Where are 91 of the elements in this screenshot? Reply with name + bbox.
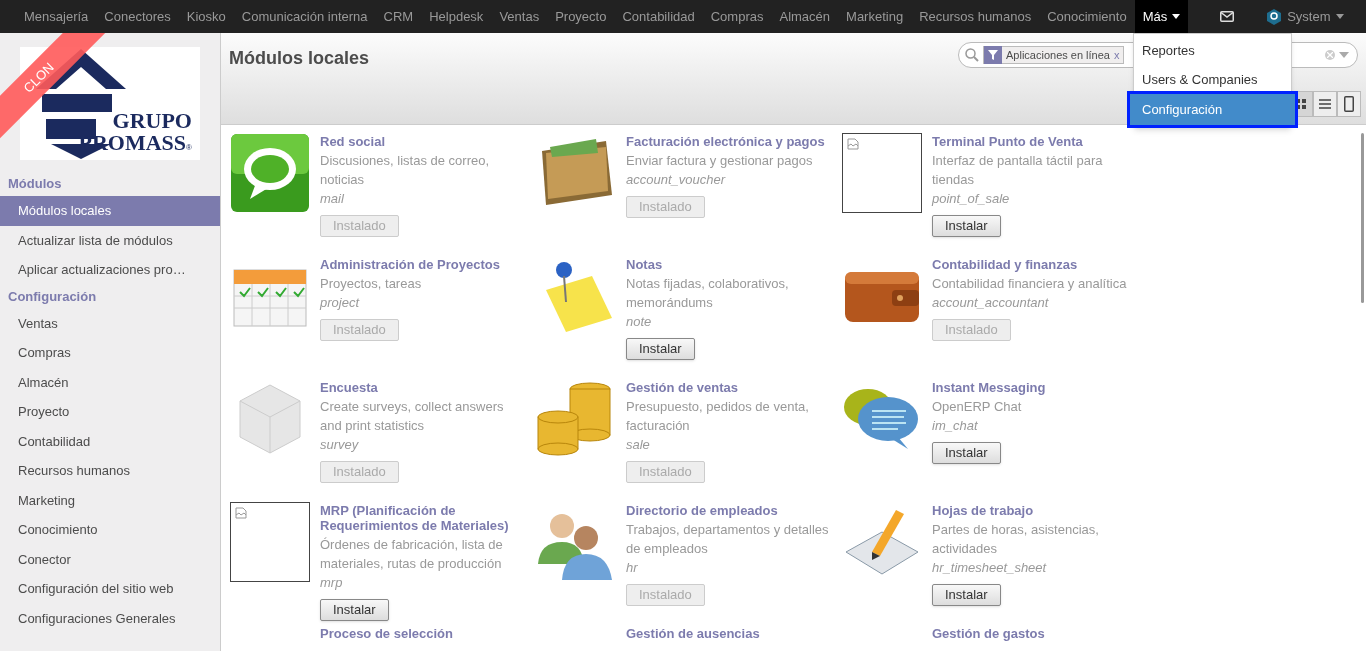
- sidebar-item[interactable]: Configuración del sitio web: [0, 574, 220, 604]
- top-menu-item[interactable]: Almacén: [771, 0, 839, 33]
- module-technical-name: account_accountant: [932, 294, 1049, 312]
- module-description: Proyectos, tareas: [320, 275, 422, 293]
- module-title[interactable]: Proceso de selección: [320, 625, 453, 641]
- scrollbar[interactable]: [1361, 133, 1364, 303]
- module-title[interactable]: Contabilidad y finanzas: [932, 256, 1078, 272]
- module-technical-name: mail: [320, 190, 344, 208]
- module-title[interactable]: Directorio de empleados: [626, 502, 778, 518]
- module-technical-name: point_of_sale: [932, 190, 1010, 208]
- module-technical-name: project: [320, 294, 360, 312]
- install-button[interactable]: Instalar: [320, 599, 389, 621]
- module-technical-name: note: [626, 313, 652, 331]
- sidebar-item[interactable]: Compras: [0, 338, 220, 368]
- filter-icon: [984, 46, 1002, 64]
- top-menu-item[interactable]: Ventas: [491, 0, 548, 33]
- page-title: Módulos locales: [229, 47, 370, 70]
- caret-icon: [1335, 14, 1344, 19]
- install-button[interactable]: Instalar: [932, 584, 1001, 606]
- top-menu-item[interactable]: Proyecto: [547, 0, 615, 33]
- module-technical-name: hr_timesheet_sheet: [932, 559, 1047, 577]
- install-button[interactable]: Instalar: [932, 215, 1001, 237]
- module-description: OpenERP Chat: [932, 398, 1022, 416]
- sidebar-item[interactable]: Ventas: [0, 308, 220, 338]
- user-avatar-icon: [1266, 8, 1283, 25]
- sidebar-item[interactable]: Aplicar actualizaciones pro…: [0, 255, 220, 285]
- sidebar-item[interactable]: Contabilidad: [0, 426, 220, 456]
- user-menu[interactable]: System: [1266, 6, 1344, 27]
- envelope-icon[interactable]: [1220, 11, 1235, 22]
- module-technical-name: account_voucher: [626, 171, 725, 189]
- menu-item[interactable]: Users & Companies: [1134, 65, 1291, 94]
- caret-icon[interactable]: [1339, 52, 1349, 58]
- module-title[interactable]: Terminal Punto de Venta: [932, 133, 1083, 149]
- top-menu-item[interactable]: Conectores: [96, 0, 179, 33]
- top-menu-item[interactable]: Mensajería: [16, 0, 97, 33]
- sidebar-item[interactable]: Conocimiento: [0, 515, 220, 545]
- sidebar-item[interactable]: Conector: [0, 544, 220, 574]
- list-icon: [1319, 99, 1331, 109]
- sidebar-item[interactable]: Almacén: [0, 367, 220, 397]
- logo-text: GRUPO: [112, 110, 192, 132]
- broken-image-icon: [847, 138, 859, 150]
- search-icon: [965, 48, 979, 62]
- module-title[interactable]: MRP (Planificación de Requerimientos de Materiales): [320, 502, 524, 533]
- module-title[interactable]: Instant Messaging: [932, 379, 1046, 395]
- sidebar-section-title: Configuración: [7, 287, 98, 306]
- top-menu-item[interactable]: Recursos humanos: [911, 0, 1040, 33]
- facet-label: Aplicaciones en línea: [1005, 47, 1111, 63]
- module-title[interactable]: Administración de Proyectos: [320, 256, 500, 272]
- form-view-button[interactable]: [1337, 91, 1361, 117]
- sidebar-item[interactable]: Proyecto: [0, 397, 220, 427]
- menu-item[interactable]: Configuración: [1130, 94, 1295, 125]
- sidebar-item[interactable]: Módulos locales: [0, 196, 220, 226]
- caret-icon: [1172, 14, 1181, 19]
- sidebar-section-title: Módulos: [7, 175, 63, 194]
- sidebar-item[interactable]: Marketing: [0, 485, 220, 515]
- module-title[interactable]: Hojas de trabajo: [932, 502, 1034, 518]
- sidebar-item[interactable]: Actualizar lista de módulos: [0, 225, 220, 255]
- remove-facet-button[interactable]: x: [1113, 46, 1124, 64]
- list-view-button[interactable]: [1313, 91, 1337, 117]
- registered-mark: ®: [186, 143, 192, 154]
- module-technical-name: im_chat: [932, 417, 978, 435]
- menu-item[interactable]: Reportes: [1134, 36, 1291, 65]
- module-title[interactable]: Gestión de ventas: [626, 379, 738, 395]
- top-menu-item[interactable]: Kiosko: [178, 0, 234, 33]
- module-description: Enviar factura y gestionar pagos: [626, 152, 813, 170]
- module-title[interactable]: Red social: [320, 133, 386, 149]
- top-menu-item[interactable]: Compras: [702, 0, 772, 33]
- chat-bubble-icon: [230, 133, 310, 213]
- module-technical-name: sale: [626, 436, 650, 454]
- module-title[interactable]: Gestión de ausencias: [626, 625, 760, 641]
- phone-icon: [1344, 96, 1354, 112]
- module-technical-name: hr: [626, 559, 638, 577]
- install-button[interactable]: Instalar: [626, 338, 695, 360]
- top-menu-item[interactable]: CRM: [375, 0, 422, 33]
- top-menu-item[interactable]: Comunicación interna: [233, 0, 376, 33]
- module-technical-name: survey: [320, 436, 359, 454]
- install-button[interactable]: Instalar: [932, 442, 1001, 464]
- broken-image-icon: [235, 507, 247, 519]
- module-description: Contabilidad financiera y analítica: [932, 275, 1127, 293]
- module-title[interactable]: Encuesta: [320, 379, 378, 395]
- top-menu-item[interactable]: Contabilidad: [614, 0, 703, 33]
- module-title[interactable]: Notas: [626, 256, 663, 272]
- top-menu-item[interactable]: Conocimiento: [1039, 0, 1135, 33]
- sidebar-item[interactable]: Recursos humanos: [0, 456, 220, 486]
- module-title[interactable]: Gestión de gastos: [932, 625, 1045, 641]
- module-title[interactable]: Facturación electrónica y pagos: [626, 133, 825, 149]
- module-technical-name: mrp: [320, 574, 343, 592]
- sidebar-item[interactable]: Configuraciones Generales: [0, 603, 220, 633]
- top-menu-item[interactable]: Más: [1134, 0, 1189, 33]
- top-menu-item[interactable]: Marketing: [838, 0, 912, 33]
- top-menu-item[interactable]: Helpdesk: [421, 0, 492, 33]
